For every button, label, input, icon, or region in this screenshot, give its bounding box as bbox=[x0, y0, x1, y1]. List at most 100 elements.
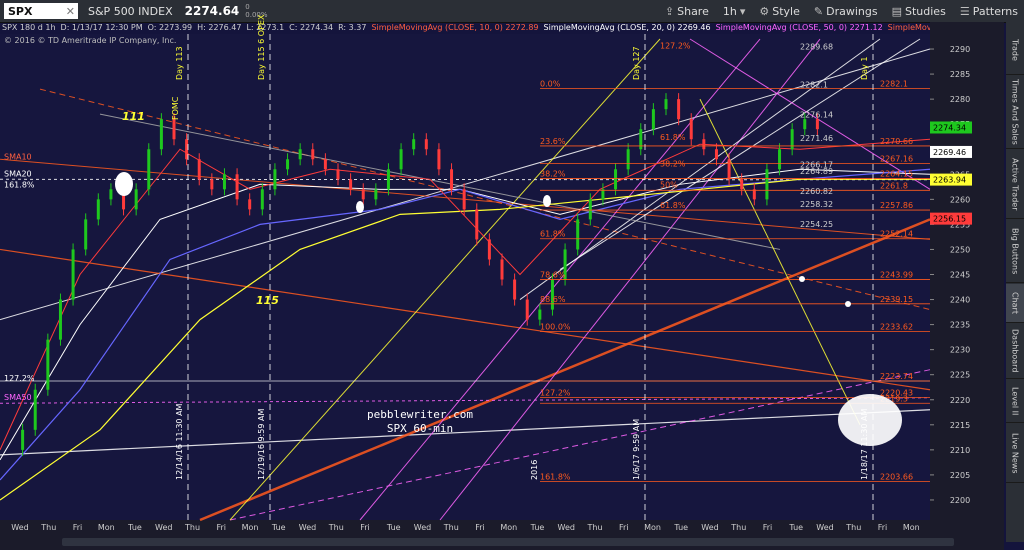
candle-body bbox=[626, 149, 630, 170]
x-tick-label: Thu bbox=[184, 523, 200, 532]
candle-body bbox=[58, 299, 62, 340]
candle-body bbox=[601, 189, 605, 200]
sidebar-tab-label: Level II bbox=[1010, 386, 1020, 416]
candle-body bbox=[513, 279, 517, 300]
candle-body bbox=[172, 119, 176, 140]
candle-body bbox=[424, 139, 428, 150]
x-tick-label: Tue bbox=[788, 523, 803, 532]
x-tick-label: Tue bbox=[673, 523, 688, 532]
candle-body bbox=[714, 149, 718, 160]
candle-body bbox=[588, 199, 592, 220]
upper-level-label: 2282.1 bbox=[800, 81, 828, 90]
candle-body bbox=[235, 174, 239, 200]
price-badge-label: 2263.94 bbox=[933, 176, 966, 185]
event-label: Day 113 bbox=[175, 46, 184, 80]
x-tick-label: Mon bbox=[242, 523, 259, 532]
price-badge-label: 2256.15 bbox=[933, 215, 966, 224]
y-tick-label: 2225 bbox=[950, 371, 970, 380]
marker-dot bbox=[356, 201, 364, 213]
candle-body bbox=[727, 159, 731, 180]
fib-pct-label: 127.2% bbox=[660, 42, 691, 51]
sidebar-tab-live-news[interactable]: Live News bbox=[1006, 424, 1024, 483]
x-tick-label: Thu bbox=[845, 523, 861, 532]
fib-level-label: 2261.8 bbox=[880, 181, 908, 190]
candle-body bbox=[374, 189, 378, 200]
candle-body bbox=[677, 99, 681, 120]
price-chart[interactable]: 2200 2205 2210 2215 2220 2225 2230 2235 2240 2245… bbox=[0, 0, 1004, 550]
copyright-text: © 2016 © TD Ameritrade IP Company, Inc. bbox=[4, 36, 177, 45]
x-tick-label: Fri bbox=[216, 523, 226, 532]
y-tick-label: 2220 bbox=[950, 396, 970, 405]
x-tick-label: Wed bbox=[558, 523, 575, 532]
sidebar-tab-active-trader[interactable]: Active Trader bbox=[1006, 150, 1024, 219]
candle-body bbox=[576, 219, 580, 250]
x-tick-label: Tue bbox=[127, 523, 142, 532]
x-tick-label: Wed bbox=[414, 523, 431, 532]
sidebar-tab-label: Active Trader bbox=[1010, 157, 1020, 211]
price-badge-label: 2274.34 bbox=[933, 123, 966, 132]
event-label: Day 1 bbox=[860, 57, 869, 80]
y-tick-label: 2260 bbox=[950, 195, 970, 204]
fib-pct-label: 23.6% bbox=[540, 137, 566, 146]
event-label: Day 115 6 OPEX bbox=[257, 14, 266, 80]
event-label: 12/19/16 9:59 AM bbox=[257, 409, 266, 480]
x-tick-label: Thu bbox=[328, 523, 344, 532]
sidebar-tab-label: Dashboard bbox=[1010, 329, 1020, 373]
sidebar-tab-trade[interactable]: Trade bbox=[1006, 26, 1024, 75]
sidebar-tab-big-buttons[interactable]: Big Buttons bbox=[1006, 220, 1024, 283]
fib-pct-label: 61.8% bbox=[660, 133, 686, 142]
candle-body bbox=[109, 189, 113, 200]
x-tick-label: Mon bbox=[98, 523, 115, 532]
x-tick-label: Wed bbox=[11, 523, 28, 532]
candle-body bbox=[46, 339, 50, 390]
sidebar-tab-chart[interactable]: Chart bbox=[1006, 284, 1024, 323]
upper-level-label: 2258.32 bbox=[800, 200, 833, 209]
fib-pct-label: 38.2% bbox=[660, 159, 686, 168]
chart-scrollbar[interactable] bbox=[62, 538, 954, 546]
candle-body bbox=[33, 389, 37, 430]
fib-pct-label: 61.8% bbox=[660, 201, 686, 210]
x-tick-label: Thu bbox=[730, 523, 746, 532]
sidebar-tab-label: Trade bbox=[1010, 39, 1020, 61]
fib-level-label: 2243.99 bbox=[880, 271, 913, 280]
sidebar-tab-dashboard[interactable]: Dashboard bbox=[1006, 324, 1024, 379]
sidebar-tab-level-ii[interactable]: Level II bbox=[1006, 380, 1024, 423]
left-level-label: SMA20 bbox=[4, 169, 32, 178]
fib-pct-label: 78.6% bbox=[540, 271, 566, 280]
x-tick-label: Thu bbox=[443, 523, 459, 532]
wave-label-115: 115 bbox=[256, 294, 279, 307]
sidebar-tab-label: Chart bbox=[1010, 292, 1020, 314]
sidebar-tab-times-and-sales[interactable]: Times And Sales bbox=[1006, 76, 1024, 149]
upper-level-label: 2260.82 bbox=[800, 187, 833, 196]
sidebar-tab-label: Big Buttons bbox=[1010, 227, 1020, 275]
event-label: 12/14/16 11:30 AM bbox=[175, 403, 184, 480]
y-tick-label: 2285 bbox=[950, 70, 970, 79]
candle-body bbox=[159, 119, 163, 150]
fib-pct-label: 0.0% bbox=[540, 80, 561, 89]
y-tick-label: 2215 bbox=[950, 421, 970, 430]
x-tick-label: Tue bbox=[386, 523, 401, 532]
left-level-label: 127.2% bbox=[4, 374, 35, 383]
x-tick-label: Mon bbox=[644, 523, 661, 532]
y-tick-label: 2250 bbox=[950, 245, 970, 254]
upper-level-label: 2271.46 bbox=[800, 134, 833, 143]
marker-dot bbox=[845, 301, 851, 307]
sidebar-tab-label: Live News bbox=[1010, 432, 1020, 474]
candle-body bbox=[702, 139, 706, 150]
candle-body bbox=[71, 249, 75, 300]
x-tick-label: Wed bbox=[701, 523, 718, 532]
upper-level-label: 2289.68 bbox=[800, 43, 833, 52]
event-label: 1/6/17 9:59 AM bbox=[632, 419, 641, 480]
y-tick-label: 2290 bbox=[950, 45, 970, 54]
fib-level-label: 2239.15 bbox=[880, 295, 913, 304]
candle-body bbox=[614, 169, 618, 190]
x-tick-label: Wed bbox=[816, 523, 833, 532]
y-tick-label: 2235 bbox=[950, 321, 970, 330]
event-label: Day 127 bbox=[632, 46, 641, 80]
target-ellipse bbox=[115, 172, 133, 196]
left-level-label: 161.8% bbox=[4, 180, 35, 189]
candle-body bbox=[134, 189, 138, 210]
price-badge-label: 2269.46 bbox=[933, 148, 966, 157]
fib-level-label: 2282.1 bbox=[880, 80, 908, 89]
candle-body bbox=[349, 179, 353, 190]
